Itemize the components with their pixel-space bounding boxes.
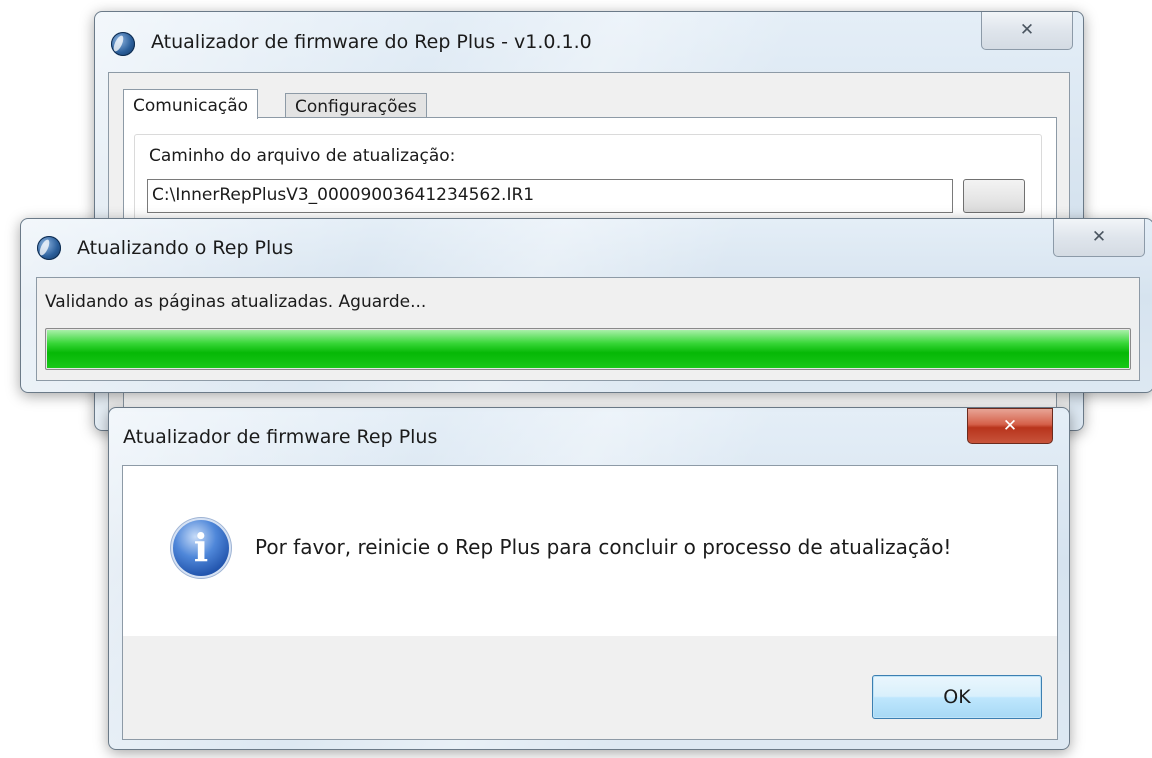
progress-bar bbox=[45, 328, 1131, 370]
message-box-window: Atualizador de firmware Rep Plus ✕ i Por… bbox=[108, 407, 1070, 750]
progress-close-button[interactable]: ✕ bbox=[1053, 219, 1145, 257]
ok-button[interactable]: OK bbox=[872, 675, 1042, 719]
message-area: i Por favor, reinicie o Rep Plus para co… bbox=[123, 466, 1057, 636]
file-path-input[interactable]: C:\InnerRepPlusV3_00009003641234562.IR1 bbox=[147, 179, 953, 213]
progress-window-title: Atualizando o Rep Plus bbox=[77, 237, 294, 259]
tab-configuracoes[interactable]: Configurações bbox=[285, 93, 427, 119]
message-box-title: Atualizador de firmware Rep Plus bbox=[123, 426, 438, 448]
message-text: Por favor, reinicie o Rep Plus para conc… bbox=[255, 535, 952, 559]
information-icon: i bbox=[173, 520, 229, 576]
message-box-close-button[interactable]: ✕ bbox=[967, 408, 1053, 444]
progress-status-text: Validando as páginas atualizadas. Aguard… bbox=[45, 292, 427, 312]
progress-bar-fill bbox=[47, 330, 1129, 368]
app-globe-icon bbox=[111, 32, 135, 56]
tab-comunicacao[interactable]: Comunicação bbox=[123, 89, 259, 119]
app-globe-icon bbox=[37, 236, 61, 260]
file-path-label: Caminho do arquivo de atualização: bbox=[149, 146, 456, 166]
message-box-client: i Por favor, reinicie o Rep Plus para co… bbox=[122, 465, 1058, 740]
main-close-button[interactable]: ✕ bbox=[981, 12, 1073, 50]
main-window-title: Atualizador de firmware do Rep Plus - v1… bbox=[151, 31, 592, 53]
browse-button[interactable] bbox=[963, 179, 1025, 213]
progress-client-area: Validando as páginas atualizadas. Aguard… bbox=[36, 277, 1140, 381]
progress-window: Atualizando o Rep Plus ✕ Validando as pá… bbox=[20, 218, 1152, 393]
